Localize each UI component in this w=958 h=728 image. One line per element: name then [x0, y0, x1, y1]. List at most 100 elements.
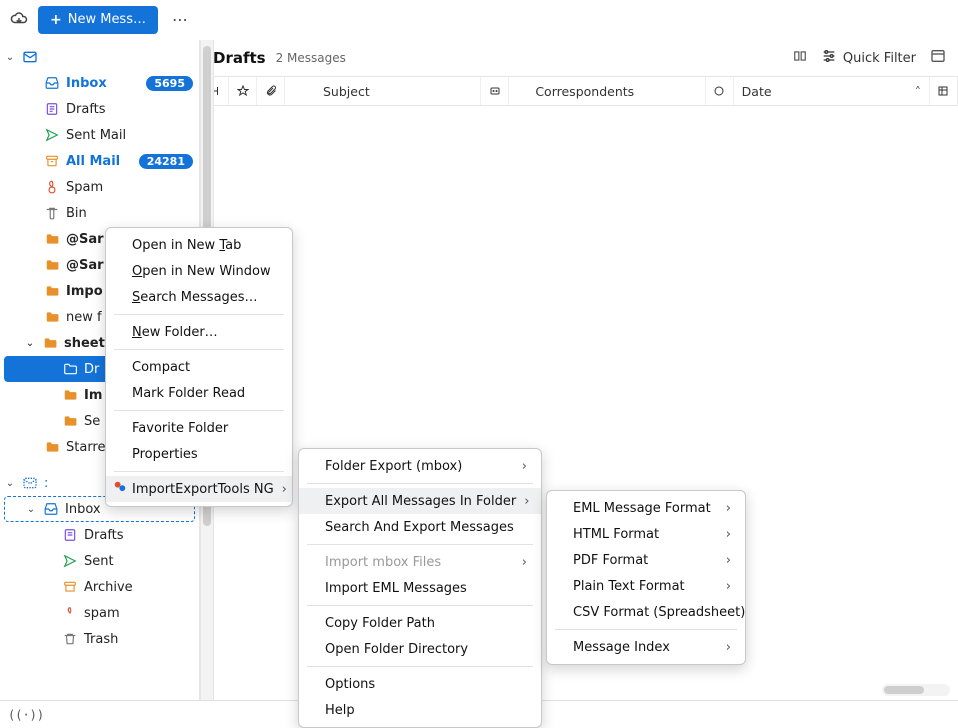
col-read[interactable]: [706, 77, 734, 105]
menu-options[interactable]: Options: [299, 671, 541, 697]
menu-html-format[interactable]: HTML Format›: [547, 521, 745, 547]
menu-open-dir[interactable]: Open Folder Directory: [299, 636, 541, 662]
folder-icon: [42, 335, 58, 351]
more-menu-button[interactable]: ⋯: [172, 10, 189, 29]
menu-import-eml[interactable]: Import EML Messages: [299, 575, 541, 601]
folder-drafts-2[interactable]: Drafts: [0, 522, 199, 548]
folder-label: Inbox: [65, 502, 101, 517]
folder-sent-2[interactable]: Sent: [0, 548, 199, 574]
chevron-right-icon: ›: [524, 494, 529, 509]
folder-label: Inbox: [66, 76, 107, 91]
folder-spam-2[interactable]: spam: [0, 600, 199, 626]
sort-asc-icon: ˄: [915, 84, 921, 99]
menu-search-export[interactable]: Search And Export Messages: [299, 514, 541, 540]
sync-icon[interactable]: [8, 9, 30, 31]
folder-icon: [44, 257, 60, 273]
col-correspondents[interactable]: Correspondents: [509, 77, 705, 105]
chevron-down-icon: ⌄: [24, 338, 36, 349]
quick-filter-button[interactable]: Quick Filter: [821, 48, 916, 68]
column-headers: Subject Correspondents Date ˄: [201, 76, 958, 106]
menu-favorite[interactable]: Favorite Folder: [106, 415, 292, 441]
folder-label: Drafts: [84, 528, 124, 543]
menu-pdf-format[interactable]: PDF Format›: [547, 547, 745, 573]
folder-icon: [44, 283, 60, 299]
folder-icon: [62, 413, 78, 429]
display-options-icon[interactable]: [930, 48, 946, 68]
chevron-right-icon: ›: [282, 482, 287, 497]
menu-export-all[interactable]: Export All Messages In Folder›: [299, 488, 541, 514]
col-date[interactable]: Date ˄: [734, 77, 930, 105]
menu-importexport[interactable]: ImportExportTools NG ›: [106, 476, 292, 502]
folder-label: Drafts: [66, 102, 106, 117]
menu-csv-format[interactable]: CSV Format (Spreadsheet): [547, 599, 745, 625]
menu-message-index[interactable]: Message Index›: [547, 634, 745, 660]
chevron-right-icon: ›: [522, 459, 527, 474]
new-message-button[interactable]: + New Mess…: [38, 6, 158, 34]
menu-folder-export[interactable]: Folder Export (mbox)›: [299, 453, 541, 479]
menu-import-mbox: Import mbox Files›: [299, 549, 541, 575]
folder-archive-2[interactable]: Archive: [0, 574, 199, 600]
menu-plain-format[interactable]: Plain Text Format›: [547, 573, 745, 599]
folder-trash-2[interactable]: Trash: [0, 626, 199, 652]
plus-icon: +: [50, 12, 62, 28]
archive-icon: [44, 153, 60, 169]
menu-help[interactable]: Help: [299, 697, 541, 723]
trash-icon: [62, 631, 78, 647]
mailbox-icon: [22, 49, 38, 65]
folder-sent-mail[interactable]: Sent Mail: [0, 122, 199, 148]
folder-label: new f: [66, 310, 102, 325]
col-junk[interactable]: [481, 77, 509, 105]
chevron-down-icon: ⌄: [25, 504, 37, 515]
menu-open-tab[interactable]: Open in New Tab: [106, 232, 292, 258]
menu-new-folder[interactable]: New Folder…: [106, 319, 292, 345]
unread-badge: 5695: [146, 76, 193, 91]
main-scrollbar-h[interactable]: [882, 684, 950, 696]
folder-inbox[interactable]: Inbox 5695: [0, 70, 199, 96]
col-attachment[interactable]: [257, 77, 285, 105]
menu-compact[interactable]: Compact: [106, 354, 292, 380]
account1-row[interactable]: ⌄: [0, 44, 199, 70]
folder-icon: [44, 231, 60, 247]
folder-label: Impo: [66, 284, 103, 299]
trash-icon: [44, 205, 60, 221]
folder-label: Sent Mail: [66, 128, 126, 143]
menu-copy-path[interactable]: Copy Folder Path: [299, 610, 541, 636]
spam-icon: [44, 179, 60, 195]
unread-badge: 24281: [139, 154, 193, 169]
chevron-right-icon: ›: [726, 640, 731, 655]
folder-label: @Sar: [66, 232, 104, 247]
sliders-icon: [821, 48, 837, 68]
menu-open-window[interactable]: Open in New Window: [106, 258, 292, 284]
inbox-icon: [44, 75, 60, 91]
folder-drafts[interactable]: Drafts: [0, 96, 199, 122]
folder-label: Sent: [84, 554, 114, 569]
inbox-icon: [43, 501, 59, 517]
folder-bin[interactable]: Bin: [0, 200, 199, 226]
folder-icon: [62, 387, 78, 403]
folder-label: Dr: [84, 362, 99, 377]
tool-icon: [112, 480, 128, 498]
menu-mark-read[interactable]: Mark Folder Read: [106, 380, 292, 406]
menu-eml-format[interactable]: EML Message Format›: [547, 495, 745, 521]
folder-all-mail[interactable]: All Mail 24281: [0, 148, 199, 174]
layout-icon[interactable]: [793, 49, 807, 67]
chevron-right-icon: ›: [726, 579, 731, 594]
col-picker[interactable]: [930, 77, 958, 105]
folder-label: Archive: [84, 580, 133, 595]
menu-search-messages[interactable]: Search Messages…: [106, 284, 292, 310]
page-title: Drafts: [213, 49, 266, 67]
folder-label: Bin: [66, 206, 87, 221]
folder-context-menu: Open in New Tab Open in New Window Searc…: [105, 227, 293, 507]
folder-spam[interactable]: Spam: [0, 174, 199, 200]
folder-icon: [44, 309, 60, 325]
sent-icon: [44, 127, 60, 143]
chevron-right-icon: ›: [726, 527, 731, 542]
menu-properties[interactable]: Properties: [106, 441, 292, 467]
folder-label: Im: [84, 388, 102, 403]
col-subject[interactable]: Subject: [285, 77, 481, 105]
connectivity-icon[interactable]: ((·)): [8, 708, 44, 722]
col-star[interactable]: [229, 77, 257, 105]
folder-label: Spam: [66, 180, 103, 195]
spam-icon: [62, 605, 78, 621]
folder-label: spam: [84, 606, 120, 621]
